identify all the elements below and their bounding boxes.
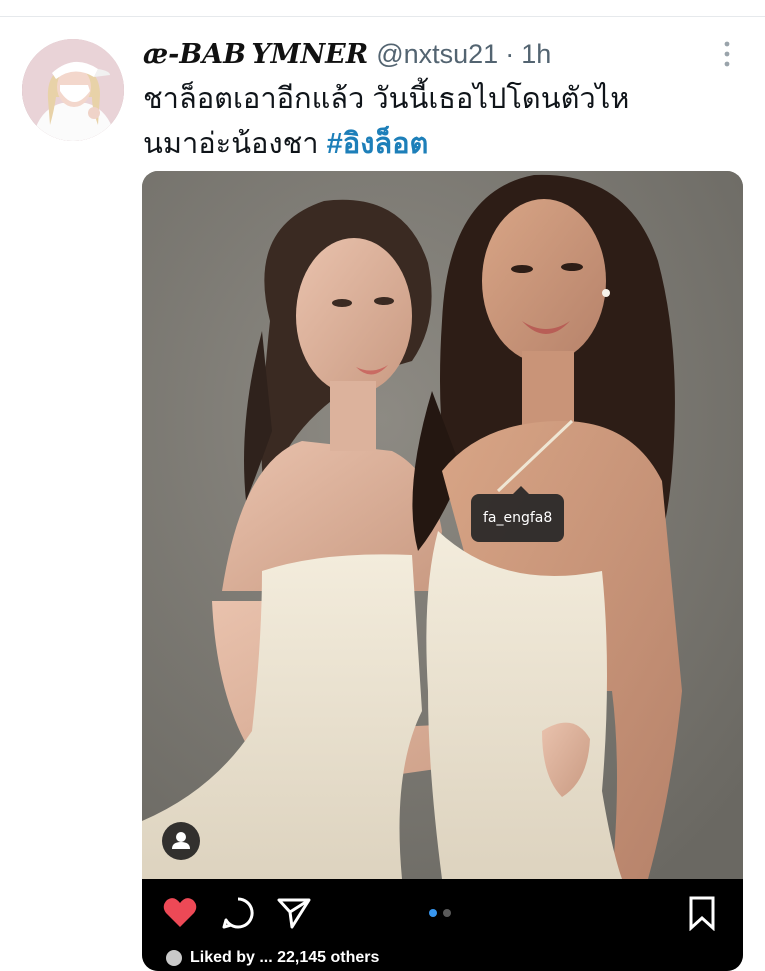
separator-dot: · [505, 38, 515, 69]
person-icon [172, 832, 190, 849]
hashtag-link[interactable]: #อิงล็อต [327, 128, 429, 160]
tweet-text-line-1: ชาล็อตเอาอีกแล้ว วันนี้เธอไปโดนตัวไห [143, 83, 630, 115]
more-vertical-icon [724, 41, 730, 67]
avatar[interactable] [22, 39, 124, 141]
timestamp[interactable]: 1h [521, 39, 551, 70]
send-icon [277, 898, 311, 929]
comment-button[interactable] [220, 895, 256, 931]
tagged-users-button[interactable] [162, 822, 200, 860]
share-button[interactable] [276, 895, 312, 931]
tweet-text-line-2-text: นมาอ่ะน้องชา [143, 128, 327, 160]
more-options-button[interactable] [718, 39, 736, 69]
photo[interactable]: fa_engfa8 [142, 171, 743, 879]
bookmark-icon [689, 896, 715, 931]
tweet[interactable]: æ-BAB YMNER @nxtsu21 · 1h ชาล็อตเอาอีกแล… [0, 17, 765, 971]
heart-icon [163, 898, 197, 927]
likes-text: Liked by ... 22,145 others [190, 949, 380, 966]
tweet-text: ชาล็อตเอาอีกแล้ว วันนี้เธอไปโดนตัวไห นมา… [143, 77, 703, 167]
like-button[interactable] [162, 895, 198, 931]
liker-avatar [166, 949, 182, 966]
carousel-indicator [429, 909, 451, 917]
carousel-dot [443, 909, 451, 917]
user-handle[interactable]: @nxtsu21 [376, 39, 498, 70]
tweet-media-card[interactable]: fa_engfa8 Liked by ... 22,145 others [142, 171, 743, 971]
carousel-dot-active [429, 909, 437, 917]
comment-icon [222, 897, 254, 929]
save-button[interactable] [684, 895, 720, 931]
likes-row[interactable]: Liked by ... 22,145 others [166, 949, 379, 971]
display-name[interactable]: æ-BAB YMNER [143, 39, 368, 70]
tweet-header: æ-BAB YMNER @nxtsu21 · 1h [143, 35, 551, 73]
tag-bubble[interactable]: fa_engfa8 [471, 486, 565, 542]
tweet-text-line-2: นมาอ่ะน้องชา #อิงล็อต [143, 122, 703, 167]
instagram-action-bar: Liked by ... 22,145 others [142, 879, 743, 971]
